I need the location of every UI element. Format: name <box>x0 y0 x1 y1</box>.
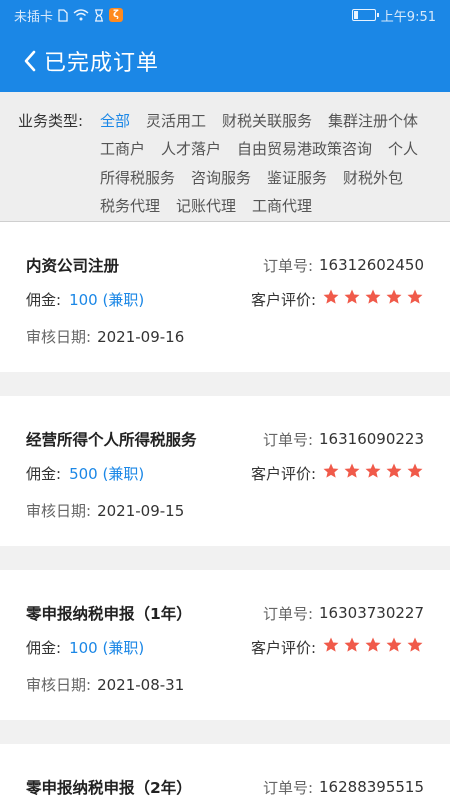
filter-option-all[interactable]: 全部 <box>100 108 130 136</box>
star-icon <box>322 462 340 484</box>
star-icon <box>385 462 403 484</box>
app-badge-icon: ζ <box>109 8 124 22</box>
battery-icon <box>351 9 379 21</box>
filter-option[interactable]: 财税外包 <box>343 165 403 193</box>
status-bar: 未插卡 ζ 上午9:51 <box>0 0 450 30</box>
star-icon <box>406 288 424 310</box>
top-bar: 未插卡 ζ 上午9:51 已完成订单 <box>0 0 450 92</box>
order-no-label: 订单号: <box>262 256 314 275</box>
filter-option[interactable]: 所得税服务 <box>100 165 175 193</box>
order-title: 内资公司注册 <box>26 257 120 275</box>
order-card[interactable]: 零申报纳税申报（1年） 订单号: 16303730227 佣金: 100 (兼职) … <box>0 570 450 720</box>
star-icon <box>385 288 403 310</box>
review-date: 2021-09-15 <box>97 501 185 520</box>
chevron-left-icon[interactable] <box>18 49 42 73</box>
order-card[interactable]: 零申报纳税申报（2年） 订单号: 16288395515 <box>0 744 450 800</box>
review-date-label: 审核日期: <box>26 676 92 694</box>
wifi-icon <box>73 9 89 21</box>
filter-options: 全部 灵活用工 财税关联服务 集群注册个体 工商户 人才落户 自由贸易港政策咨询… <box>100 108 440 221</box>
filter-option[interactable]: 人才落户 <box>161 136 221 164</box>
filter-option[interactable]: 灵活用工 <box>146 108 206 136</box>
filter-option[interactable]: 工商代理 <box>252 193 312 221</box>
star-icon <box>406 462 424 484</box>
filter-option[interactable]: 集群注册个体 <box>328 108 418 136</box>
order-no-label: 订单号: <box>262 778 314 797</box>
review-date-label: 审核日期: <box>26 502 92 520</box>
star-icon <box>364 462 382 484</box>
star-icon <box>343 288 361 310</box>
review-date: 2021-08-31 <box>97 675 185 694</box>
commission-label: 佣金: <box>26 290 62 309</box>
rating-label: 客户评价: <box>250 464 316 483</box>
order-card[interactable]: 经营所得个人所得税服务 订单号: 16316090223 佣金: 500 (兼职) … <box>0 396 450 546</box>
sim-icon <box>58 8 68 22</box>
rating-stars <box>322 288 424 310</box>
rating-stars <box>322 636 424 658</box>
order-no: 16288395515 <box>319 778 424 796</box>
rating-stars <box>322 462 424 484</box>
status-time: 上午9:51 <box>380 9 436 25</box>
filter-option[interactable]: 自由贸易港政策咨询 <box>237 136 372 164</box>
commission-label: 佣金: <box>26 638 62 657</box>
filter-option[interactable]: 鉴证服务 <box>267 165 327 193</box>
star-icon <box>406 636 424 658</box>
filter-option[interactable]: 工商户 <box>100 136 145 164</box>
commission-value: 500 (兼职) <box>69 464 145 483</box>
order-title: 零申报纳税申报（1年） <box>26 605 192 623</box>
star-icon <box>322 288 340 310</box>
order-card[interactable]: 内资公司注册 订单号: 16312602450 佣金: 100 (兼职) 客户评价:… <box>0 222 450 372</box>
review-date: 2021-09-16 <box>97 327 185 346</box>
business-type-filter: 业务类型: 全部 灵活用工 财税关联服务 集群注册个体 工商户 人才落户 自由贸… <box>0 92 450 222</box>
star-icon <box>322 636 340 658</box>
filter-option[interactable]: 财税关联服务 <box>222 108 312 136</box>
nav-bar: 已完成订单 <box>0 30 450 92</box>
filter-option[interactable]: 税务代理 <box>100 193 160 221</box>
carrier-label: 未插卡 <box>14 9 54 25</box>
star-icon <box>364 288 382 310</box>
hourglass-icon <box>94 8 104 22</box>
order-no: 16303730227 <box>319 604 424 622</box>
star-icon <box>385 636 403 658</box>
filter-label: 业务类型: <box>18 112 84 130</box>
commission-value: 100 (兼职) <box>69 290 145 309</box>
commission-label: 佣金: <box>26 464 62 483</box>
star-icon <box>364 636 382 658</box>
order-no: 16312602450 <box>319 256 424 274</box>
star-icon <box>343 636 361 658</box>
order-no-label: 订单号: <box>262 430 314 449</box>
star-icon <box>343 462 361 484</box>
order-no-label: 订单号: <box>262 604 314 623</box>
rating-label: 客户评价: <box>250 290 316 309</box>
review-date-label: 审核日期: <box>26 328 92 346</box>
commission-value: 100 (兼职) <box>69 638 145 657</box>
page-title: 已完成订单 <box>44 51 160 76</box>
order-title: 经营所得个人所得税服务 <box>26 431 197 449</box>
filter-option[interactable]: 咨询服务 <box>191 165 251 193</box>
order-title: 零申报纳税申报（2年） <box>26 779 192 797</box>
order-no: 16316090223 <box>319 430 424 448</box>
filter-option[interactable]: 个人 <box>388 136 418 164</box>
rating-label: 客户评价: <box>250 638 316 657</box>
filter-option[interactable]: 记账代理 <box>176 193 236 221</box>
